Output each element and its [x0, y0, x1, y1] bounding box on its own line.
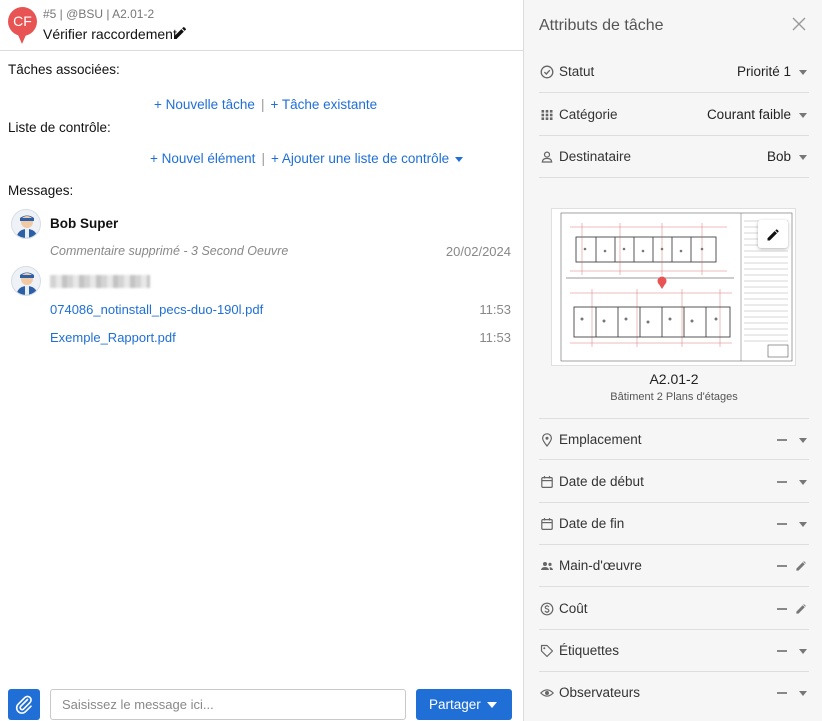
message-date: 20/02/2024 — [445, 244, 511, 259]
message-author: Bob Super — [50, 216, 119, 231]
chevron-down-icon[interactable] — [799, 70, 807, 75]
associated-tasks-label: Tâches associées: — [8, 62, 120, 77]
attr-label: Date de fin — [559, 516, 625, 531]
attachment-time: 11:53 — [479, 330, 511, 345]
grid-icon — [541, 110, 553, 120]
attach-button[interactable] — [8, 689, 40, 720]
share-label: Partager — [429, 697, 481, 712]
empty-value-dash — [777, 439, 787, 441]
attr-label: Observateurs — [559, 685, 641, 700]
attr-label: Étiquettes — [559, 643, 620, 658]
attr-label: Main-d'œuvre — [559, 558, 642, 573]
location-pin-icon — [541, 433, 553, 447]
panel-title: Attributs de tâche — [539, 17, 664, 34]
attr-end-date[interactable]: Date de fin — [539, 503, 809, 545]
messages-label: Messages: — [8, 183, 74, 198]
empty-value-dash — [777, 692, 787, 694]
eye-icon — [540, 689, 554, 697]
person-icon — [541, 151, 553, 163]
redacted-author — [50, 275, 150, 288]
pencil-icon[interactable] — [795, 559, 808, 572]
task-meta: #5 | @BSU | A2.01-2 — [43, 7, 155, 21]
task-pin-icon: CF — [8, 7, 37, 44]
attr-value: Priorité 1 — [736, 64, 791, 79]
attr-assignee[interactable]: Destinataire Bob — [539, 136, 809, 178]
user-avatar-icon — [16, 272, 38, 295]
checklist-label: Liste de contrôle: — [8, 120, 111, 135]
chevron-down-icon[interactable] — [799, 113, 807, 118]
associated-tasks-actions: + Nouvelle tâche | + Tâche existante — [154, 97, 378, 112]
avatar — [11, 266, 41, 296]
task-attributes-panel: Attributs de tâche Statut Priorité 1 Cat… — [523, 0, 822, 721]
pencil-icon[interactable] — [795, 602, 808, 615]
attr-label: Destinataire — [559, 149, 632, 164]
edit-plan-button[interactable] — [758, 220, 788, 248]
calendar-icon — [541, 476, 553, 489]
pencil-icon — [767, 229, 779, 241]
user-avatar-icon — [16, 215, 38, 238]
attr-labor[interactable]: Main-d'œuvre — [539, 545, 809, 587]
attr-label: Emplacement — [559, 432, 642, 447]
task-detail-pane: CF #5 | @BSU | A2.01-2 Vérifier raccorde… — [0, 0, 523, 721]
attr-tags[interactable]: Étiquettes — [539, 630, 809, 672]
attr-value: Bob — [766, 149, 791, 164]
chevron-down-icon[interactable] — [799, 649, 807, 654]
add-checklist-label: + Ajouter une liste de contrôle — [270, 151, 450, 166]
attachment-time: 11:53 — [479, 302, 511, 317]
check-circle-icon — [540, 65, 554, 79]
tag-icon — [540, 644, 554, 658]
empty-value-dash — [777, 481, 787, 483]
task-initials: CF — [8, 7, 37, 36]
message-input[interactable] — [50, 689, 406, 720]
attr-cost[interactable]: Coût — [539, 588, 809, 630]
calendar-icon — [541, 518, 553, 531]
attr-label: Catégorie — [559, 107, 618, 122]
task-title: Vérifier raccordement — [43, 26, 177, 42]
attachment-link[interactable]: 074086_notinstall_pecs-duo-190l.pdf — [50, 302, 263, 317]
share-button[interactable]: Partager — [416, 689, 512, 720]
paperclip-icon — [15, 695, 32, 714]
add-checklist-link[interactable]: + Ajouter une liste de contrôle — [270, 151, 464, 166]
attr-status[interactable]: Statut Priorité 1 — [539, 51, 809, 93]
empty-value-dash — [777, 650, 787, 652]
chevron-down-icon — [455, 156, 464, 162]
chevron-down-icon[interactable] — [799, 522, 807, 527]
new-task-link[interactable]: + Nouvelle tâche — [154, 97, 255, 112]
attachment-link[interactable]: Exemple_Rapport.pdf — [50, 330, 176, 345]
dollar-circle-icon — [540, 602, 554, 616]
attr-label: Date de début — [559, 474, 644, 489]
attr-value: Courant faible — [706, 107, 791, 122]
chevron-down-icon[interactable] — [799, 438, 807, 443]
plan-name: A2.01-2 — [649, 371, 699, 387]
attr-location[interactable]: Emplacement — [539, 418, 809, 460]
edit-title-icon[interactable] — [172, 25, 188, 41]
people-icon — [541, 562, 553, 570]
attr-label: Statut — [559, 64, 595, 79]
empty-value-dash — [777, 565, 787, 567]
task-header: CF #5 | @BSU | A2.01-2 Vérifier raccorde… — [0, 0, 523, 51]
empty-value-dash — [777, 608, 787, 610]
empty-value-dash — [777, 523, 787, 525]
chevron-down-icon[interactable] — [799, 691, 807, 696]
checklist-actions: + Nouvel élément | + Ajouter une liste de … — [150, 151, 464, 166]
plan-subtitle: Bâtiment 2 Plans d'étages — [610, 391, 738, 403]
close-icon[interactable] — [791, 16, 807, 32]
chevron-down-icon[interactable] — [799, 480, 807, 485]
new-item-link[interactable]: + Nouvel élément — [150, 151, 255, 166]
attr-category[interactable]: Catégorie Courant faible — [539, 94, 809, 136]
existing-task-link[interactable]: + Tâche existante — [270, 97, 377, 112]
attr-observers[interactable]: Observateurs — [539, 672, 809, 714]
attr-start-date[interactable]: Date de début — [539, 461, 809, 503]
message-text: Commentaire supprimé - 3 Second Oeuvre — [50, 244, 289, 258]
chevron-down-icon[interactable] — [799, 155, 807, 160]
chevron-down-icon — [487, 702, 497, 708]
avatar — [11, 209, 41, 239]
attr-label: Coût — [559, 601, 588, 616]
